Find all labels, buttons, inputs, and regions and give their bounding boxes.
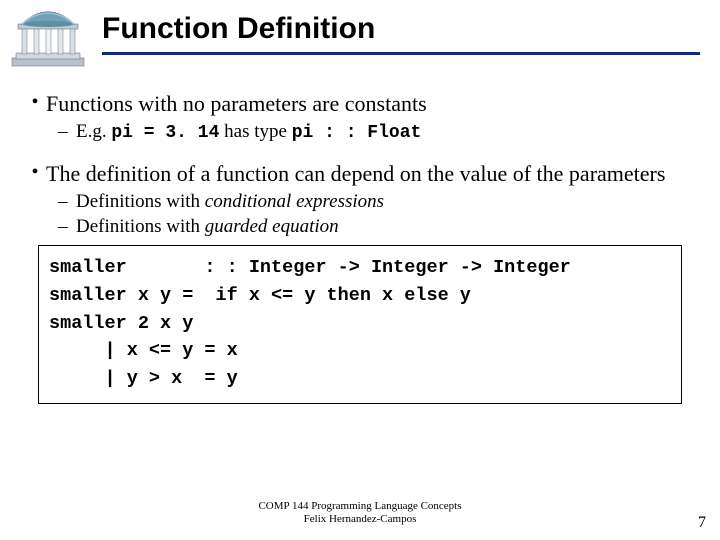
bullet-text: Definitions with guarded equation — [76, 215, 339, 239]
bullet-level2: – Definitions with conditional expressio… — [58, 190, 696, 214]
text-run: E.g. — [76, 121, 111, 142]
em-run: conditional expressions — [205, 191, 384, 212]
text-run: Definitions with — [76, 191, 205, 212]
bullet-level1: • The definition of a function can depen… — [24, 160, 696, 188]
title-underline — [102, 52, 700, 55]
bullet-dash-icon: – — [58, 190, 76, 214]
bullet-dash-icon: – — [58, 215, 76, 239]
unc-old-well-icon — [8, 6, 88, 68]
code-line: | x <= y = x — [49, 337, 671, 365]
page-number: 7 — [698, 514, 706, 532]
bullet-text: The definition of a function can depend … — [46, 160, 665, 188]
code-line: smaller x y = if x <= y then x else y — [49, 282, 671, 310]
bullet-dot-icon: • — [24, 160, 46, 188]
code-line: smaller : : Integer -> Integer -> Intege… — [49, 254, 671, 282]
code-run: pi = 3. 14 — [111, 123, 219, 143]
slide-footer: COMP 144 Programming Language Concepts F… — [0, 500, 720, 526]
slide-header: Function Definition — [0, 0, 720, 68]
bullet-dot-icon: • — [24, 90, 46, 118]
slide-title: Function Definition — [102, 12, 700, 46]
bullet-level1: • Functions with no parameters are const… — [24, 90, 696, 118]
text-run: Definitions with — [76, 216, 205, 237]
em-run: guarded equation — [205, 216, 339, 237]
code-run: pi : : Float — [292, 123, 422, 143]
footer-line1: COMP 144 Programming Language Concepts — [0, 500, 720, 513]
title-block: Function Definition — [102, 6, 720, 55]
slide-body: • Functions with no parameters are const… — [0, 68, 720, 404]
bullet-text: Functions with no parameters are constan… — [46, 90, 427, 118]
bullet-dash-icon: – — [58, 120, 76, 145]
text-run: has type — [219, 121, 291, 142]
bullet-text: E.g. pi = 3. 14 has type pi : : Float — [76, 120, 421, 145]
code-line: | y > x = y — [49, 365, 671, 393]
footer-line2: Felix Hernandez-Campos — [0, 513, 720, 526]
bullet-level2: – E.g. pi = 3. 14 has type pi : : Float — [58, 120, 696, 145]
bullet-text: Definitions with conditional expressions — [76, 190, 384, 214]
code-line: smaller 2 x y — [49, 310, 671, 338]
code-block: smaller : : Integer -> Integer -> Intege… — [38, 245, 682, 404]
bullet-level2: – Definitions with guarded equation — [58, 215, 696, 239]
